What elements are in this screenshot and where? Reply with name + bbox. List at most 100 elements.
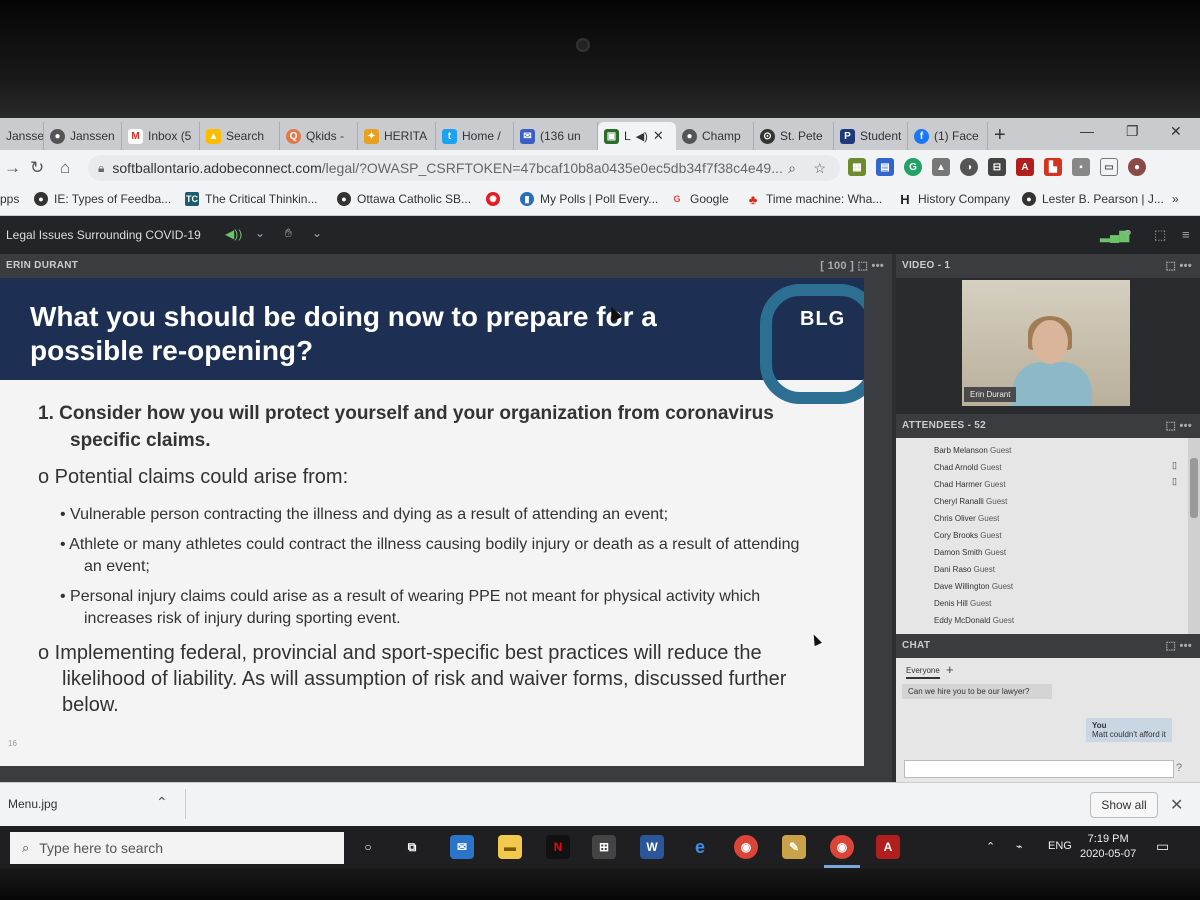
chevron-up-icon[interactable]: ⌃ bbox=[156, 794, 168, 811]
browser-tab[interactable]: ▲ Search bbox=[200, 122, 280, 150]
chrome-icon[interactable]: ◉ bbox=[734, 835, 758, 859]
attendee-row[interactable]: Chad Harmer Guest bbox=[934, 480, 1006, 489]
chevron-down-icon[interactable]: ⌄ bbox=[255, 226, 265, 240]
pod-options-icon[interactable]: ⬚ ••• bbox=[1165, 254, 1192, 278]
attendee-row[interactable]: Cheryl Ranalli Guest bbox=[934, 497, 1007, 506]
extension-icon[interactable]: ▙ bbox=[1044, 158, 1062, 176]
network-icon[interactable]: ⌁ bbox=[1016, 840, 1023, 853]
browser-tab[interactable]: M Inbox (5 bbox=[122, 122, 200, 150]
attendee-row[interactable]: Eddy McDonald Guest bbox=[934, 616, 1014, 625]
extension-icon[interactable]: ▲ bbox=[932, 158, 950, 176]
browser-tab[interactable]: ● Janssen bbox=[44, 122, 122, 150]
chat-input[interactable] bbox=[904, 760, 1174, 778]
extension-icon[interactable]: ▦ bbox=[848, 158, 866, 176]
bookmark-item[interactable]: ✺ bbox=[486, 192, 506, 206]
reload-icon[interactable]: ↻ bbox=[30, 158, 44, 178]
cortana-icon[interactable]: ○ bbox=[356, 835, 380, 859]
browser-tab[interactable]: t Home / bbox=[436, 122, 514, 150]
chevron-up-icon[interactable]: ⌃ bbox=[986, 840, 995, 853]
browser-tab[interactable]: P Student bbox=[834, 122, 908, 150]
file-explorer-icon[interactable]: ▬ bbox=[498, 835, 522, 859]
minimize-icon[interactable]: — bbox=[1080, 123, 1094, 139]
store-icon[interactable]: ⊞ bbox=[592, 835, 616, 859]
pod-options-icon[interactable]: ⬚ ••• bbox=[1165, 414, 1192, 438]
close-window-icon[interactable]: ✕ bbox=[1170, 123, 1182, 140]
notes-app-icon[interactable]: ✎ bbox=[782, 835, 806, 859]
bookmark-item[interactable]: ♣ Time machine: Wha... bbox=[746, 192, 883, 207]
extension-icon[interactable]: ▪ bbox=[1072, 158, 1090, 176]
extension-icon[interactable]: ⊟ bbox=[988, 158, 1006, 176]
options-menu-icon[interactable]: ≡ bbox=[1182, 227, 1190, 242]
acrobat-icon[interactable]: A bbox=[876, 835, 900, 859]
help-icon[interactable]: ? bbox=[1124, 227, 1131, 242]
taskbar-clock[interactable]: 7:19 PM 2020-05-07 bbox=[1080, 832, 1136, 862]
forward-icon[interactable]: → bbox=[4, 158, 21, 178]
speaker-icon[interactable]: ◀)) bbox=[225, 227, 242, 241]
chrome-profile-icon[interactable]: ◉ bbox=[830, 835, 854, 859]
bookmark-item[interactable]: ● Ottawa Catholic SB... bbox=[337, 192, 471, 206]
attendees-scrollbar[interactable] bbox=[1188, 438, 1200, 634]
browser-tab-active[interactable]: ▣ L ◀) ✕ bbox=[598, 122, 676, 150]
extension-icon[interactable]: ▤ bbox=[876, 158, 894, 176]
attendee-row[interactable]: Cory Brooks Guest bbox=[934, 531, 1002, 540]
pdf-icon[interactable]: A bbox=[1016, 158, 1034, 176]
edge-icon[interactable]: e bbox=[688, 835, 712, 859]
attendee-name: Chad Harmer bbox=[934, 480, 983, 489]
close-icon[interactable]: ✕ bbox=[1170, 795, 1183, 815]
attendee-name: Cheryl Ranalli bbox=[934, 497, 984, 506]
new-tab-button[interactable]: + bbox=[994, 124, 1006, 147]
browser-tab[interactable]: Q Qkids - bbox=[280, 122, 358, 150]
bookmark-item[interactable]: ● Lester B. Pearson | J... bbox=[1022, 192, 1164, 206]
profile-avatar[interactable]: ● bbox=[1128, 158, 1146, 176]
zoom-icon[interactable]: ⌕ bbox=[788, 160, 796, 177]
extension-icon[interactable]: ◑ bbox=[960, 158, 978, 176]
bookmarks-overflow-button[interactable]: » bbox=[1172, 192, 1179, 206]
browser-tab[interactable]: ✉ (136 un bbox=[514, 122, 598, 150]
speaker-icon[interactable]: ◀) bbox=[636, 130, 648, 143]
netflix-icon[interactable]: N bbox=[546, 835, 570, 859]
attendee-row[interactable]: Denis Hill Guest bbox=[934, 599, 991, 608]
bookmark-item[interactable]: TC The Critical Thinkin... bbox=[185, 192, 317, 206]
pod-options-icon[interactable]: [ 100 ] ⬚ ••• bbox=[820, 254, 884, 278]
attendee-row[interactable]: Barb Melanson Guest bbox=[934, 446, 1011, 455]
new-chat-tab-button[interactable]: + bbox=[946, 662, 954, 677]
attendee-row[interactable]: Chad Arnold Guest bbox=[934, 463, 1002, 472]
attendees-list: Barb Melanson Guest Chad Arnold Guest Ch… bbox=[896, 438, 1200, 634]
chat-tab-everyone[interactable]: Everyone bbox=[906, 666, 940, 679]
maximize-icon[interactable]: ❐ bbox=[1126, 123, 1139, 140]
browser-tab[interactable]: ● Champ bbox=[676, 122, 754, 150]
fullscreen-icon[interactable]: ⬚ bbox=[1154, 227, 1166, 243]
attendee-row[interactable]: Dani Raso Guest bbox=[934, 565, 995, 574]
taskbar-search-box[interactable]: ⌕ Type here to search bbox=[10, 832, 344, 864]
language-indicator[interactable]: ENG bbox=[1048, 840, 1072, 852]
bookmark-item[interactable]: ▮ My Polls | Poll Every... bbox=[520, 192, 658, 206]
bookmark-apps[interactable]: pps bbox=[0, 192, 19, 206]
word-icon[interactable]: W bbox=[640, 835, 664, 859]
raise-hand-icon[interactable]: ✋︎ bbox=[285, 226, 292, 241]
browser-tab[interactable]: ⊙ St. Pete bbox=[754, 122, 834, 150]
close-tab-icon[interactable]: ✕ bbox=[653, 128, 664, 144]
attendee-row[interactable]: Damon Smith Guest bbox=[934, 548, 1006, 557]
download-item[interactable]: Menu.jpg bbox=[8, 797, 57, 811]
chat-options-icon[interactable]: ? bbox=[1176, 762, 1182, 774]
task-view-icon[interactable]: ⧉ bbox=[400, 835, 424, 859]
browser-tab[interactable]: Janssen bbox=[0, 122, 44, 150]
bookmark-item[interactable]: H History Company bbox=[898, 192, 1010, 207]
bookmark-star-icon[interactable]: ☆ bbox=[813, 160, 826, 177]
chevron-down-icon[interactable]: ⌄ bbox=[312, 226, 322, 240]
mail-app-icon[interactable]: ✉ bbox=[450, 835, 474, 859]
notifications-icon[interactable]: ▭ bbox=[1156, 838, 1169, 855]
home-icon[interactable]: ⌂ bbox=[60, 158, 70, 178]
bookmark-item[interactable]: ● IE: Types of Feedba... bbox=[34, 192, 171, 206]
pod-options-icon[interactable]: ⬚ ••• bbox=[1165, 634, 1192, 658]
address-bar[interactable]: 🔒︎ softballontario.adobeconnect.com/lega… bbox=[88, 155, 840, 181]
bookmark-item[interactable]: G Google bbox=[670, 192, 728, 206]
grammarly-icon[interactable]: G bbox=[904, 158, 922, 176]
attendee-row[interactable]: Chris Oliver Guest bbox=[934, 514, 999, 523]
show-all-button[interactable]: Show all bbox=[1090, 792, 1158, 818]
scrollbar-thumb[interactable] bbox=[1190, 458, 1198, 518]
browser-tab[interactable]: f (1) Face bbox=[908, 122, 988, 150]
cast-icon[interactable]: ▭ bbox=[1100, 158, 1118, 176]
browser-tab[interactable]: ✦ HERITA bbox=[358, 122, 436, 150]
attendee-row[interactable]: Dave Willington Guest bbox=[934, 582, 1013, 591]
